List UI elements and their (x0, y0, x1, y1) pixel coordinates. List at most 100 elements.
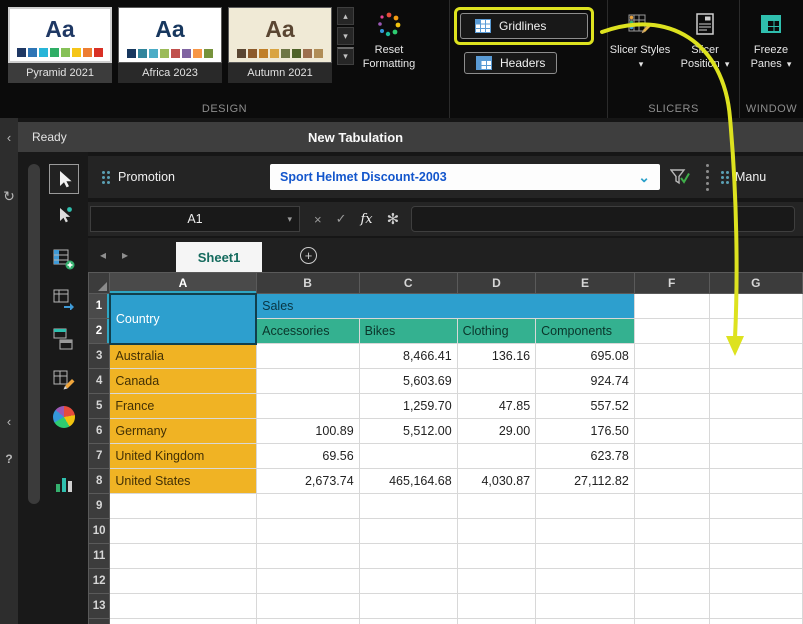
row-header-4[interactable]: 4 (89, 369, 110, 394)
select-tool[interactable] (49, 164, 79, 194)
gridlines-button[interactable]: Gridlines (460, 13, 588, 39)
cell[interactable]: Canada (110, 369, 256, 394)
column-header-E[interactable]: E (536, 273, 635, 294)
cell[interactable] (110, 594, 256, 619)
cell[interactable] (536, 519, 635, 544)
cell[interactable] (256, 369, 359, 394)
column-header-D[interactable]: D (457, 273, 535, 294)
row-header-1[interactable]: 1 (89, 294, 110, 319)
refresh-icon[interactable]: ↻ (0, 188, 18, 205)
cell[interactable]: 4,030.87 (457, 469, 535, 494)
slicer-styles-button[interactable]: Slicer Styles ▾ (608, 9, 672, 72)
collapse-section-icon[interactable]: ‹ (0, 414, 18, 429)
cell[interactable] (634, 619, 709, 624)
cell[interactable] (110, 494, 256, 519)
row-header-6[interactable]: 6 (89, 419, 110, 444)
cell[interactable]: 695.08 (536, 344, 635, 369)
row-header-12[interactable]: 12 (89, 569, 110, 594)
promotion-drag-handle[interactable] (102, 171, 110, 184)
reset-formatting-button[interactable]: Reset Formatting (354, 9, 424, 83)
cell[interactable] (709, 369, 802, 394)
cell[interactable] (359, 544, 457, 569)
row-header-partial[interactable] (89, 619, 110, 624)
column-header-F[interactable]: F (634, 273, 709, 294)
cell[interactable] (709, 544, 802, 569)
cell[interactable] (634, 419, 709, 444)
cell[interactable] (359, 569, 457, 594)
cell[interactable] (256, 494, 359, 519)
cell[interactable] (457, 569, 535, 594)
cell[interactable] (634, 369, 709, 394)
cell[interactable] (709, 469, 802, 494)
cell[interactable] (634, 294, 709, 319)
cell[interactable] (634, 544, 709, 569)
cell[interactable]: Components (536, 319, 635, 344)
cell[interactable] (359, 619, 457, 624)
promotion-filter-dropdown[interactable]: Sport Helmet Discount-2003 ⌄ (270, 164, 660, 190)
cell[interactable] (359, 444, 457, 469)
column-header-C[interactable]: C (359, 273, 457, 294)
cell[interactable]: 136.16 (457, 344, 535, 369)
bar-chart-tool[interactable] (49, 468, 79, 498)
cell[interactable]: Australia (110, 344, 256, 369)
tables-tool[interactable] (49, 324, 79, 354)
cell[interactable]: 27,112.82 (536, 469, 635, 494)
cell[interactable] (457, 444, 535, 469)
cell[interactable] (709, 344, 802, 369)
cell[interactable] (110, 619, 256, 624)
cell[interactable] (536, 494, 635, 519)
cell[interactable] (634, 344, 709, 369)
cell[interactable] (634, 569, 709, 594)
cell[interactable] (110, 519, 256, 544)
row-header-9[interactable]: 9 (89, 494, 110, 519)
theme-autumn-2021[interactable]: Aa Autumn 2021 (228, 7, 332, 83)
cell[interactable]: United Kingdom (110, 444, 256, 469)
cell[interactable] (634, 394, 709, 419)
gallery-down-button[interactable]: ▾ (337, 27, 354, 45)
cell[interactable] (709, 594, 802, 619)
cell[interactable] (256, 569, 359, 594)
cancel-entry-button[interactable]: × (314, 212, 322, 227)
cell[interactable]: 69.56 (256, 444, 359, 469)
cell[interactable] (634, 319, 709, 344)
cell[interactable] (709, 394, 802, 419)
cell[interactable] (457, 544, 535, 569)
cell[interactable] (457, 369, 535, 394)
cell[interactable] (709, 569, 802, 594)
edit-table-tool[interactable] (49, 364, 79, 394)
filter-applied-icon[interactable] (670, 169, 690, 186)
cell[interactable]: Accessories (256, 319, 359, 344)
cell[interactable] (457, 519, 535, 544)
cell[interactable]: 176.50 (536, 419, 635, 444)
cell[interactable] (709, 494, 802, 519)
cell[interactable] (709, 294, 802, 319)
cell[interactable] (110, 569, 256, 594)
previous-sheet-button[interactable]: ◂ (100, 248, 106, 262)
theme-pyramid-2021[interactable]: Aa Pyramid 2021 (8, 7, 112, 83)
formula-assistant-button[interactable]: ✻ (387, 210, 400, 228)
column-header-G[interactable]: G (709, 273, 802, 294)
table-arrow-tool[interactable] (49, 284, 79, 314)
cell[interactable] (634, 444, 709, 469)
select-alt-tool[interactable] (49, 200, 79, 230)
slicer-position-button[interactable]: Slicer Position ▾ (672, 9, 738, 72)
insert-table-tool[interactable] (49, 244, 79, 274)
cell[interactable]: France (110, 394, 256, 419)
gallery-up-button[interactable]: ▴ (337, 7, 354, 25)
headers-button[interactable]: Headers (464, 52, 557, 74)
cell[interactable] (457, 594, 535, 619)
cell[interactable] (709, 519, 802, 544)
cell[interactable]: Bikes (359, 319, 457, 344)
cell[interactable]: 29.00 (457, 419, 535, 444)
cell[interactable]: 465,164.68 (359, 469, 457, 494)
collapse-panel-icon[interactable]: ‹ (0, 130, 18, 145)
cell[interactable] (536, 569, 635, 594)
cell[interactable]: 924.74 (536, 369, 635, 394)
cell[interactable]: 5,512.00 (359, 419, 457, 444)
cell[interactable] (536, 619, 635, 624)
cell[interactable] (256, 519, 359, 544)
second-slicer-drag-handle[interactable] (721, 171, 729, 184)
cell[interactable] (256, 544, 359, 569)
cell[interactable]: United States (110, 469, 256, 494)
cell[interactable]: 47.85 (457, 394, 535, 419)
